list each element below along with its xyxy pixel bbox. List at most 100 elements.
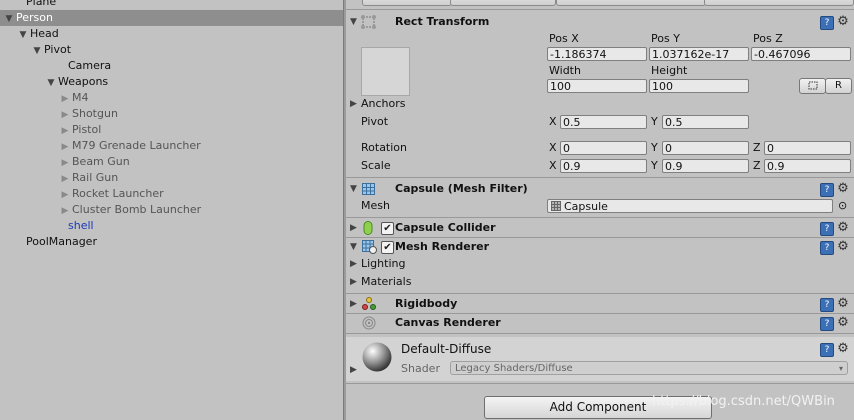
- prefab-apply-button[interactable]: [704, 0, 854, 6]
- gear-icon[interactable]: ⚙: [836, 297, 850, 311]
- height-field[interactable]: 100: [649, 79, 749, 93]
- gear-icon[interactable]: ⚙: [836, 342, 850, 356]
- foldout-closed-icon[interactable]: ▶: [350, 295, 357, 313]
- gear-icon[interactable]: ⚙: [836, 221, 850, 235]
- foldout-closed-icon[interactable]: ▶: [350, 219, 357, 237]
- foldout-open-icon[interactable]: ▼: [350, 238, 357, 256]
- hierarchy-item-label: Pistol: [72, 123, 102, 136]
- expand-closed-icon[interactable]: ▶: [60, 203, 70, 219]
- object-picker-icon[interactable]: ⊙: [838, 199, 847, 212]
- hierarchy-indent: ▼: [0, 26, 28, 43]
- hierarchy-item[interactable]: ▶ Rocket Launcher: [0, 186, 343, 202]
- mesh-value: Capsule: [564, 200, 608, 213]
- mesh-renderer-header[interactable]: ▼ ✔ Mesh Renderer ? ⚙: [346, 238, 854, 256]
- help-icon[interactable]: ?: [820, 241, 834, 255]
- help-icon[interactable]: ?: [820, 298, 834, 312]
- expand-closed-icon[interactable]: ▶: [60, 155, 70, 171]
- help-icon[interactable]: ?: [820, 222, 834, 236]
- hierarchy-item-label: Head: [30, 27, 59, 40]
- canvas-renderer-header[interactable]: Canvas Renderer ? ⚙: [346, 314, 854, 332]
- mesh-field[interactable]: Capsule: [547, 199, 833, 213]
- rigidbody-header[interactable]: ▶ Rigidbody ? ⚙: [346, 295, 854, 313]
- materials-label[interactable]: Materials: [361, 274, 411, 290]
- pivot-x-field[interactable]: 0.5: [560, 115, 647, 129]
- hierarchy-item[interactable]: Plane: [0, 0, 343, 10]
- gear-icon[interactable]: ⚙: [836, 240, 850, 254]
- help-icon[interactable]: ?: [820, 317, 834, 331]
- shader-dropdown[interactable]: Legacy Shaders/Diffuse ▾: [450, 361, 848, 375]
- expand-closed-icon[interactable]: ▶: [60, 123, 70, 139]
- pos-x-field[interactable]: -1.186374: [547, 47, 647, 61]
- rotation-z-field[interactable]: 0: [764, 141, 851, 155]
- lighting-foldout-icon[interactable]: ▶: [350, 259, 357, 269]
- help-icon[interactable]: ?: [820, 16, 834, 30]
- hierarchy-item[interactable]: ▶ Rail Gun: [0, 170, 343, 186]
- hierarchy-item[interactable]: ▼ Head: [0, 26, 343, 42]
- capsule-collider-header[interactable]: ▶ ✔ Capsule Collider ? ⚙: [346, 219, 854, 237]
- expand-open-icon[interactable]: ▼: [4, 11, 14, 27]
- anchors-foldout-icon[interactable]: ▶: [350, 99, 357, 109]
- scale-x-field[interactable]: 0.9: [560, 159, 647, 173]
- watermark-text: https://blog.csdn.net/QWBin: [652, 394, 835, 409]
- hierarchy-item[interactable]: ▼ Pivot: [0, 42, 343, 58]
- rotation-x-field[interactable]: 0: [560, 141, 647, 155]
- hierarchy-item[interactable]: ▶ Shotgun: [0, 106, 343, 122]
- rotation-y-field[interactable]: 0: [662, 141, 749, 155]
- hierarchy-indent: ▶: [0, 90, 70, 107]
- expand-open-icon[interactable]: ▼: [32, 43, 42, 59]
- separator: [346, 293, 854, 294]
- prefab-revert-button[interactable]: [556, 0, 706, 6]
- hierarchy-item[interactable]: ▶ M4: [0, 90, 343, 106]
- blueprint-mode-button[interactable]: [799, 78, 826, 94]
- pos-y-field[interactable]: 1.037162e-17: [649, 47, 749, 61]
- hierarchy-item-label: Plane: [26, 0, 57, 8]
- prefab-select-button[interactable]: [362, 0, 452, 6]
- rotation-z-axis-label: Z: [753, 141, 761, 154]
- rect-transform-header[interactable]: ▼ Rect Transform ? ⚙: [346, 13, 854, 31]
- capsule-collider-enabled-checkbox[interactable]: ✔: [381, 222, 394, 235]
- hierarchy-item[interactable]: Camera: [0, 58, 343, 74]
- gear-icon[interactable]: ⚙: [836, 15, 850, 29]
- help-icon[interactable]: ?: [820, 183, 834, 197]
- expand-open-icon[interactable]: ▼: [18, 27, 28, 43]
- expand-open-icon[interactable]: ▼: [46, 75, 56, 91]
- hierarchy-item[interactable]: ▼ Weapons: [0, 74, 343, 90]
- help-icon[interactable]: ?: [820, 343, 834, 357]
- hierarchy-item[interactable]: ▶ Beam Gun: [0, 154, 343, 170]
- gear-icon[interactable]: ⚙: [836, 182, 850, 196]
- hierarchy-indent: ▶: [0, 202, 70, 219]
- pos-z-field[interactable]: -0.467096: [751, 47, 851, 61]
- scale-z-field[interactable]: 0.9: [764, 159, 851, 173]
- gear-icon[interactable]: ⚙: [836, 316, 850, 330]
- foldout-open-icon[interactable]: ▼: [350, 180, 357, 198]
- hierarchy-item[interactable]: ▼ Person: [0, 10, 343, 26]
- hierarchy-item[interactable]: ▶ Pistol: [0, 122, 343, 138]
- scale-z-axis-label: Z: [753, 159, 761, 172]
- expand-closed-icon[interactable]: ▶: [60, 139, 70, 155]
- mesh-renderer-enabled-checkbox[interactable]: ✔: [381, 241, 394, 254]
- expand-closed-icon[interactable]: ▶: [60, 171, 70, 187]
- hierarchy-item[interactable]: shell: [0, 218, 343, 234]
- expand-closed-icon[interactable]: ▶: [60, 187, 70, 203]
- hierarchy-item[interactable]: ▶ Cluster Bomb Launcher: [0, 202, 343, 218]
- foldout-open-icon[interactable]: ▼: [350, 13, 357, 31]
- lighting-label[interactable]: Lighting: [361, 256, 405, 272]
- expand-closed-icon[interactable]: ▶: [60, 107, 70, 123]
- pivot-y-field[interactable]: 0.5: [662, 115, 749, 129]
- materials-foldout-icon[interactable]: ▶: [350, 277, 357, 287]
- anchors-label[interactable]: Anchors: [361, 96, 406, 112]
- mesh-renderer-title: Mesh Renderer: [395, 240, 490, 253]
- prefab-select-button-2[interactable]: [450, 0, 556, 6]
- expand-closed-icon[interactable]: ▶: [60, 91, 70, 107]
- scale-y-field[interactable]: 0.9: [662, 159, 749, 173]
- width-field[interactable]: 100: [547, 79, 647, 93]
- material-foldout-icon[interactable]: ▶: [350, 365, 357, 375]
- raw-edit-button[interactable]: R: [825, 78, 852, 94]
- material-section: ▶ Default-Diffuse Shader Legacy Shaders/…: [346, 337, 854, 381]
- hierarchy-item[interactable]: PoolManager: [0, 234, 343, 250]
- mesh-filter-header[interactable]: ▼ Capsule (Mesh Filter) ? ⚙: [346, 180, 854, 198]
- hierarchy-indent: ▼: [0, 42, 42, 59]
- hierarchy-item[interactable]: ▶ M79 Grenade Launcher: [0, 138, 343, 154]
- hierarchy-item-label: Beam Gun: [72, 155, 130, 168]
- rotation-label: Rotation: [361, 141, 408, 154]
